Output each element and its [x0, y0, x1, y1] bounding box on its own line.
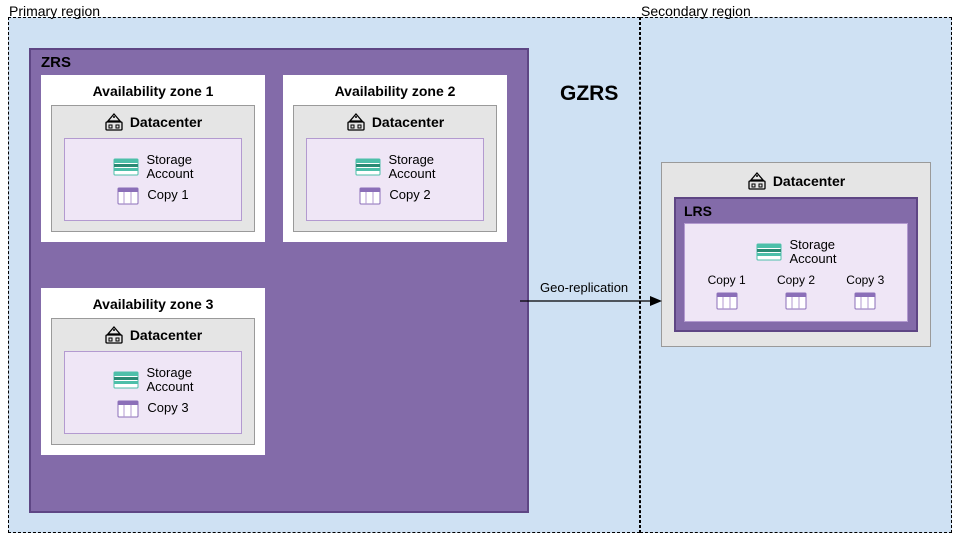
storage-label: Storage Account: [147, 366, 194, 395]
copy-item: Copy 1: [708, 273, 746, 311]
storage-card: Storage Account Copy 3: [64, 351, 242, 434]
copy-icon: [117, 399, 139, 419]
copy-icon: [716, 291, 738, 311]
az-title: Availability zone 2: [293, 83, 497, 99]
copy-item: Copy 3: [846, 273, 884, 311]
copy-label: Copy 2: [777, 273, 815, 287]
datacenter-icon: [104, 112, 124, 132]
copy-label: Copy 1: [147, 188, 188, 202]
copy-icon: [854, 291, 876, 311]
datacenter-title: Datacenter: [64, 112, 242, 132]
lrs-container: LRS Storage Account Copy 1 Copy 2: [674, 197, 918, 332]
primary-region-label: Primary region: [9, 3, 100, 19]
datacenter-box: Datacenter Storage Account Copy 1: [51, 105, 255, 232]
copy-label: Copy 1: [708, 273, 746, 287]
availability-zone-2: Availability zone 2 Datacenter Storage A…: [283, 75, 507, 242]
copy-label: Copy 2: [389, 188, 430, 202]
zrs-container: ZRS Availability zone 1 Datacenter Stora…: [29, 48, 529, 513]
datacenter-label: Datacenter: [773, 173, 845, 189]
datacenter-title: Datacenter: [64, 325, 242, 345]
storage-icon: [113, 369, 139, 391]
az-grid: Availability zone 1 Datacenter Storage A…: [41, 75, 517, 495]
storage-label: Storage Account: [147, 153, 194, 182]
datacenter-label: Datacenter: [130, 327, 202, 343]
availability-zone-3: Availability zone 3 Datacenter Storage A…: [41, 288, 265, 455]
datacenter-label: Datacenter: [372, 114, 444, 130]
primary-region: Primary region ZRS Availability zone 1 D…: [8, 17, 640, 533]
datacenter-title: Datacenter: [306, 112, 484, 132]
copy-item: Copy 2: [777, 273, 815, 311]
datacenter-icon: [104, 325, 124, 345]
datacenter-box: Datacenter Storage Account Copy 2: [293, 105, 497, 232]
zrs-label: ZRS: [41, 54, 517, 71]
secondary-region-label: Secondary region: [641, 3, 751, 19]
storage-card: Storage Account Copy 1: [64, 138, 242, 221]
lrs-label: LRS: [684, 203, 908, 219]
lrs-inner: Storage Account Copy 1 Copy 2 Copy 3: [684, 223, 908, 322]
secondary-datacenter: Datacenter LRS Storage Account Copy 1 Co…: [661, 162, 931, 347]
copy-icon: [117, 186, 139, 206]
datacenter-title: Datacenter: [674, 171, 918, 191]
copy-icon: [359, 186, 381, 206]
az-title: Availability zone 3: [51, 296, 255, 312]
datacenter-icon: [747, 171, 767, 191]
copy-label: Copy 3: [147, 401, 188, 415]
datacenter-label: Datacenter: [130, 114, 202, 130]
gzrs-title: GZRS: [560, 82, 618, 106]
copy-icon: [785, 291, 807, 311]
storage-icon: [355, 156, 381, 178]
copy-label: Copy 3: [846, 273, 884, 287]
availability-zone-1: Availability zone 1 Datacenter Storage A…: [41, 75, 265, 242]
storage-label: Storage Account: [389, 153, 436, 182]
datacenter-box: Datacenter Storage Account Copy 3: [51, 318, 255, 445]
geo-replication-arrow-icon: [520, 293, 680, 313]
secondary-region: Secondary region Datacenter LRS Storage …: [640, 17, 952, 533]
datacenter-icon: [346, 112, 366, 132]
az-title: Availability zone 1: [51, 83, 255, 99]
storage-icon: [756, 241, 782, 263]
storage-label: Storage Account: [790, 238, 837, 267]
storage-icon: [113, 156, 139, 178]
copies-row: Copy 1 Copy 2 Copy 3: [695, 273, 897, 311]
storage-card: Storage Account Copy 2: [306, 138, 484, 221]
